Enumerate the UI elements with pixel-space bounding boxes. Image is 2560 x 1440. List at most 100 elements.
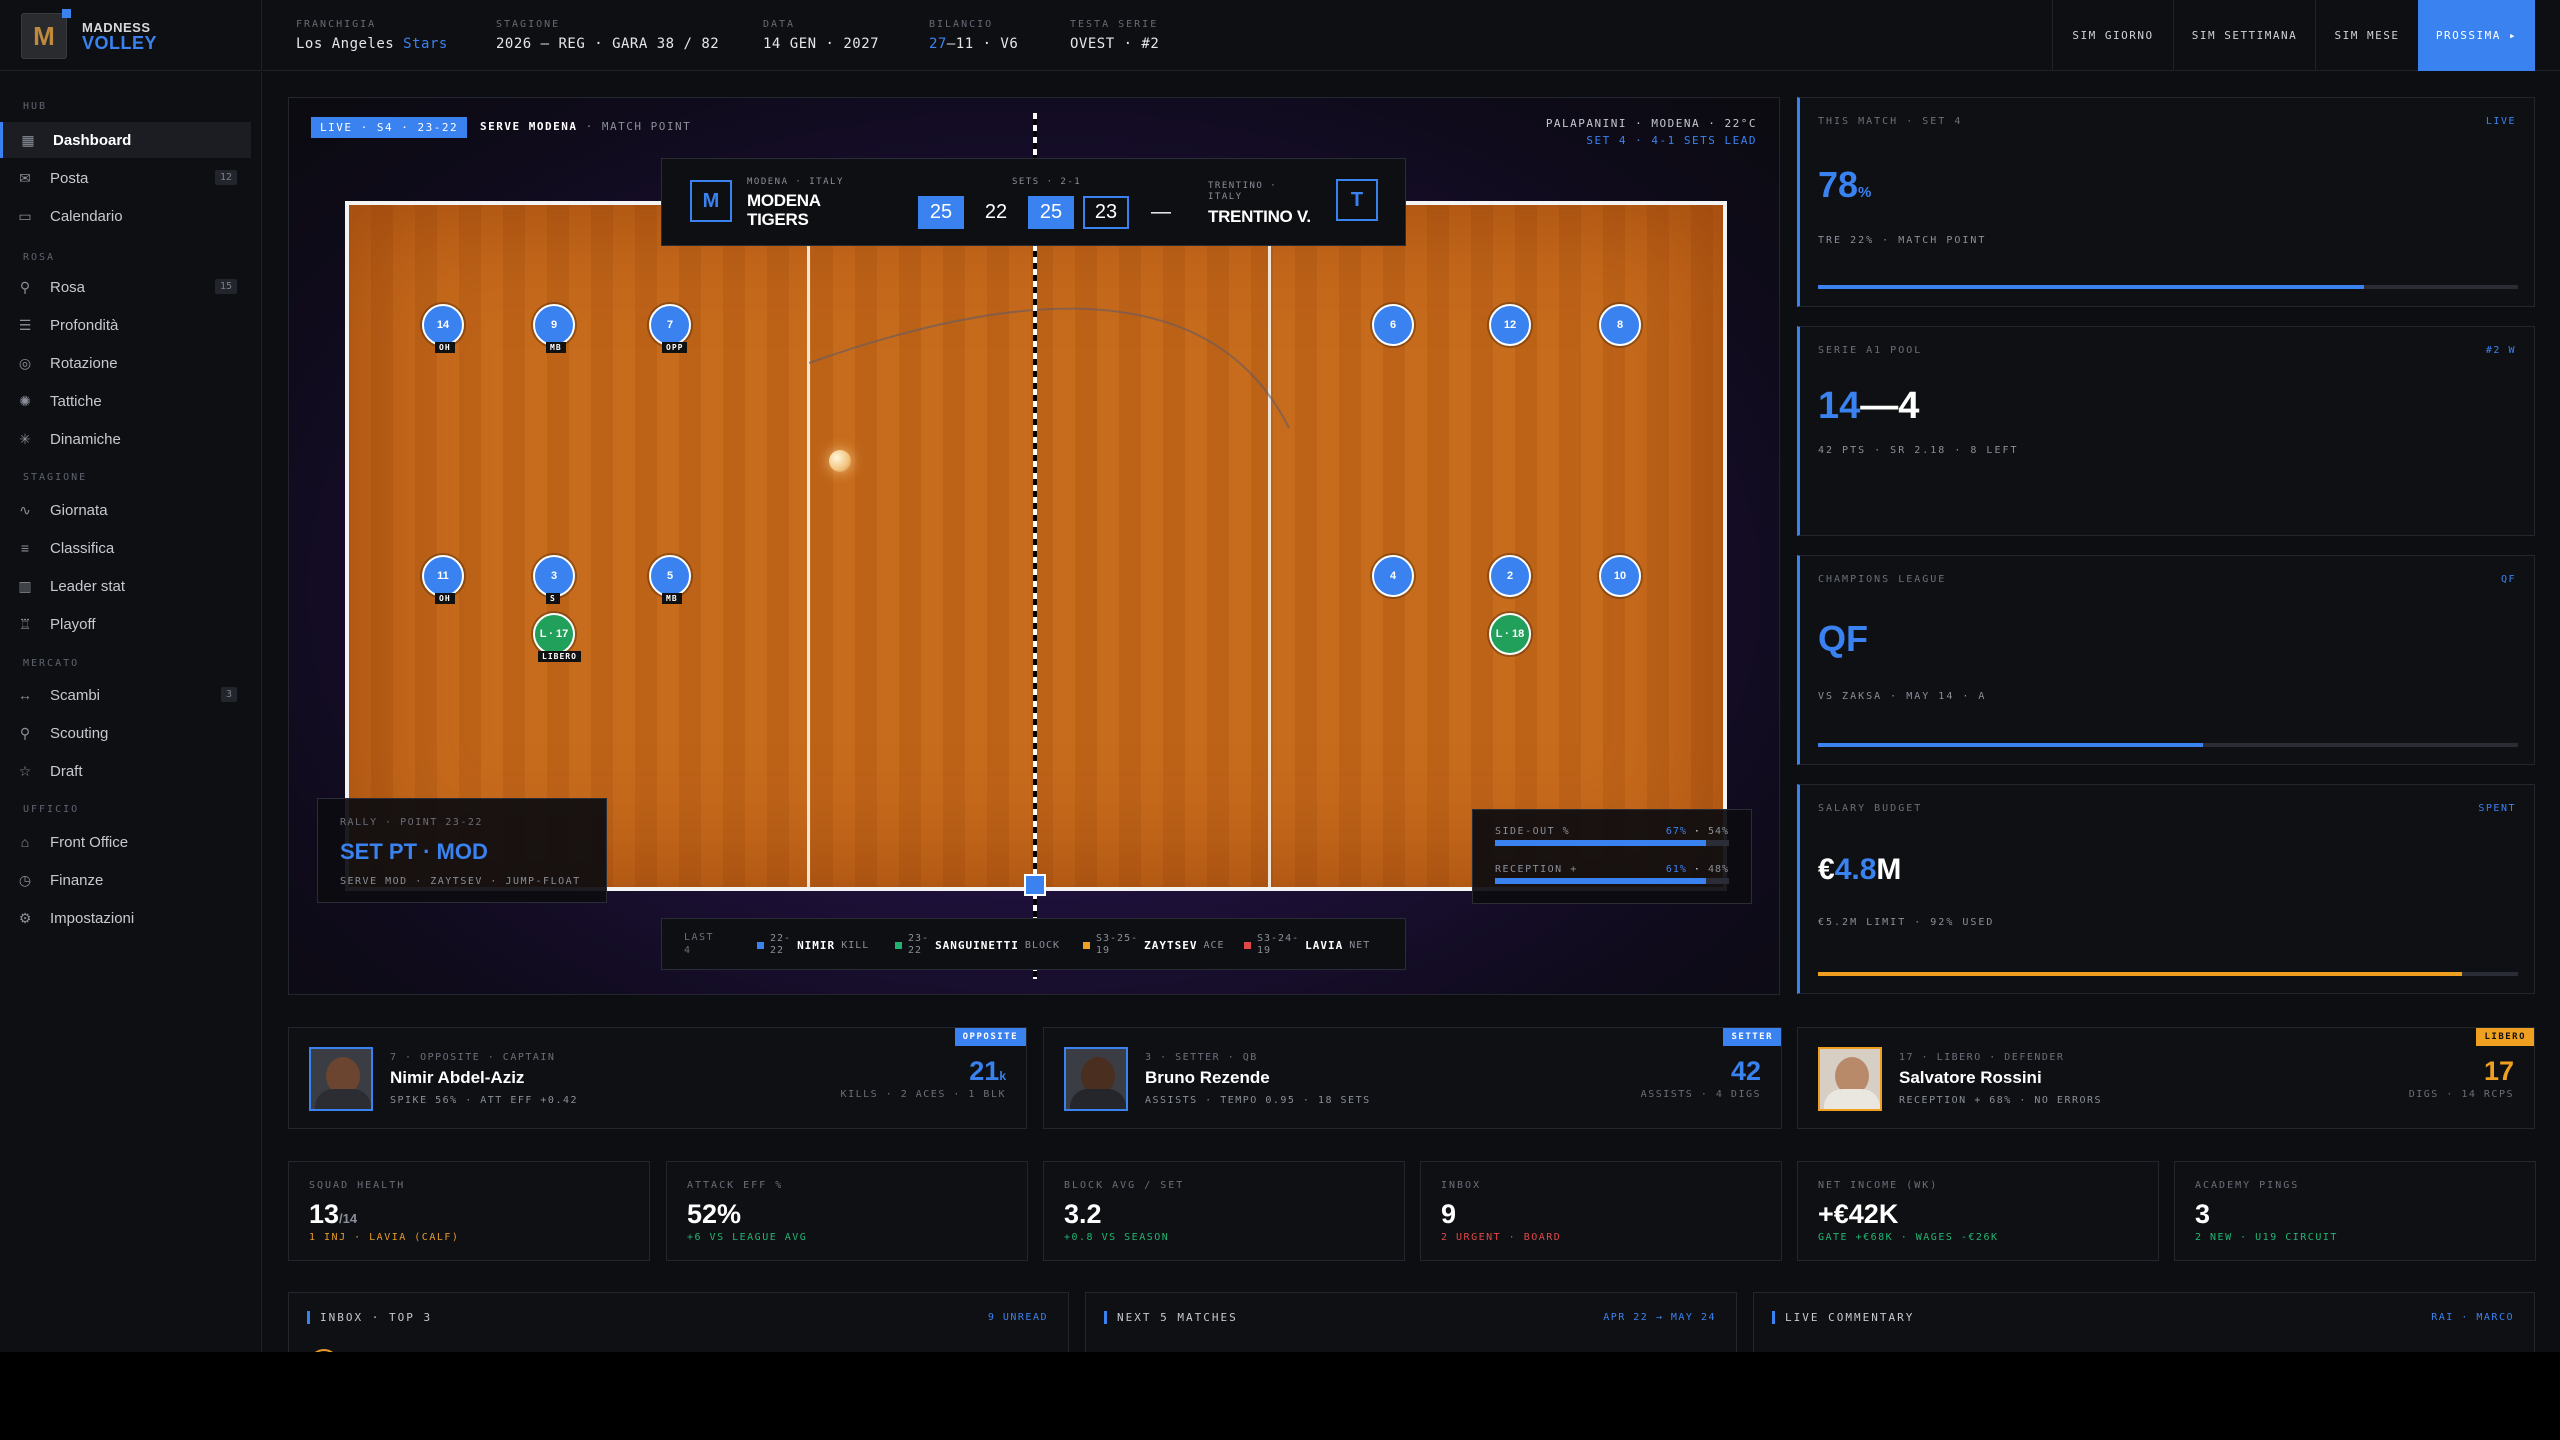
sidebar-item-calendario[interactable]: ▭ Calendario bbox=[0, 198, 251, 234]
role-badge: OPPOSITE bbox=[954, 1028, 1026, 1046]
season-value: 2026 — REG · GARA 38 / 82 bbox=[496, 36, 720, 52]
rally-info-box: RALLY · POINT 23-22 SET PT · MOD SERVE M… bbox=[317, 798, 607, 903]
empty-area bbox=[0, 1352, 2560, 1440]
point-type-dot bbox=[1083, 941, 1090, 949]
next-button[interactable]: PROSSIMA ▸ bbox=[2418, 0, 2535, 71]
card-serie-a1[interactable]: SERIE A1 POOL #2 W 14—4 42 PTS · SR 2.18… bbox=[1797, 326, 2535, 536]
franchise-team: Stars bbox=[403, 36, 448, 52]
kpi-card[interactable]: INBOX 9 2 URGENT · BOARD bbox=[1420, 1161, 1782, 1261]
star-icon: ☆ bbox=[18, 763, 32, 779]
scambi-count-badge: 3 bbox=[220, 687, 237, 702]
player-marker-home[interactable]: 14 bbox=[422, 304, 464, 346]
kpi-card[interactable]: ATTACK EFF % 52% +6 VS LEAGUE AVG bbox=[666, 1161, 1028, 1261]
clock-icon: ◷ bbox=[18, 872, 32, 888]
player-marker-away[interactable]: 2 bbox=[1489, 555, 1531, 597]
sim-month-button[interactable]: SIM MESE bbox=[2315, 0, 2418, 71]
player-marker-home[interactable]: 11 bbox=[422, 555, 464, 597]
sidebar-item-scouting[interactable]: ⚲ Scouting bbox=[0, 715, 251, 751]
sidebar-section-stagione: STAGIONE bbox=[23, 472, 88, 483]
calendar-icon: ▭ bbox=[18, 208, 32, 224]
salary-spent: €4.8M bbox=[1818, 853, 1902, 886]
venue-info: PALAPANINI · MODENA · 22°C SET 4 · 4-1 S… bbox=[1545, 117, 1757, 147]
last-point-item: 22- 22 NIMIR KILL bbox=[757, 919, 869, 971]
player-marker-home[interactable]: 9 bbox=[533, 304, 575, 346]
set-score-4: 23 bbox=[1083, 196, 1129, 229]
card-this-match[interactable]: THIS MATCH · SET 4 LIVE 78% TRE 22% · MA… bbox=[1797, 97, 2535, 307]
posta-count-badge: 12 bbox=[214, 170, 237, 185]
player-marker-away[interactable]: 12 bbox=[1489, 304, 1531, 346]
sidebar-item-posta[interactable]: ✉ Posta 12 bbox=[0, 160, 251, 196]
player-card-salvatore[interactable]: 17 · LIBERO · DEFENDER Salvatore Rossini… bbox=[1797, 1027, 2535, 1129]
kpi-card[interactable]: ACADEMY PINGS 3 2 NEW · U19 CIRCUIT bbox=[2174, 1161, 2536, 1261]
sidebar-item-profondita[interactable]: ☰ Profondità bbox=[0, 307, 251, 343]
brand-line2: VOLLEY bbox=[82, 33, 158, 53]
sidebar-item-playoff[interactable]: ♖ Playoff bbox=[0, 606, 251, 642]
logo-badge-icon: M bbox=[21, 9, 71, 59]
home-team-name: MODENA TIGERS bbox=[747, 191, 821, 229]
sidebar-item-rosa[interactable]: ⚲ Rosa 15 bbox=[0, 269, 251, 305]
sim-day-button[interactable]: SIM GIORNO bbox=[2052, 0, 2173, 71]
sidebar-item-draft[interactable]: ☆ Draft bbox=[0, 753, 251, 789]
sidebar-item-rotazione[interactable]: ◎ Rotazione bbox=[0, 345, 251, 381]
record-wins: 27 bbox=[929, 36, 947, 52]
rally-title: SET PT · MOD bbox=[340, 839, 488, 864]
sidebar-item-leader-stat[interactable]: ▥ Leader stat bbox=[0, 568, 251, 604]
spinner-icon: ✺ bbox=[19, 393, 31, 409]
sets-label: SETS · 2-1 bbox=[1012, 177, 1082, 187]
live-status-badge: LIVE · S4 · 23-22 bbox=[311, 117, 468, 138]
last-points-bar: LAST 4 22- 22 NIMIR KILL 23- 22 SANGUINETTI BLOC… bbox=[661, 918, 1406, 970]
person-icon: ⚲ bbox=[19, 279, 31, 295]
scoreboard: M MODENA · ITALY MODENA TIGERS SETS · 2-1… bbox=[661, 158, 1406, 246]
away-team-badge: T bbox=[1336, 179, 1378, 221]
inbox-panel[interactable]: INBOX · TOP 3 9 UNREAD bbox=[288, 1292, 1069, 1352]
set-score-5: — bbox=[1151, 201, 1171, 223]
search-icon: ⚲ bbox=[19, 725, 31, 741]
away-team-sub: TRENTINO · ITALY bbox=[1208, 181, 1278, 202]
player-marker-away[interactable]: L · 18 bbox=[1489, 613, 1531, 655]
card-champions-league[interactable]: CHAMPIONS LEAGUE QF QF VS ZAKSA · MAY 14… bbox=[1797, 555, 2535, 765]
sidebar-section-mercato: MERCATO bbox=[23, 658, 80, 669]
series-lead-value: OVEST · #2 bbox=[1070, 36, 1160, 52]
kpi-card[interactable]: BLOCK AVG / SET 3.2 +0.8 VS SEASON bbox=[1043, 1161, 1405, 1261]
gear-icon: ⚙ bbox=[18, 910, 32, 926]
card-salary-budget[interactable]: SALARY BUDGET SPENT €4.8M €5.2M LIMIT · … bbox=[1797, 784, 2535, 994]
player-marker-home[interactable]: L · 17 bbox=[533, 613, 575, 655]
player-marker-home[interactable]: 3 bbox=[533, 555, 575, 597]
player-marker-home[interactable]: 5 bbox=[649, 555, 691, 597]
sidebar-item-scambi[interactable]: ↔ Scambi 3 bbox=[0, 677, 251, 713]
series-lead-field: TESTA SERIE OVEST · #2 bbox=[1070, 19, 1160, 52]
sidebar-item-impostazioni[interactable]: ⚙ Impostazioni bbox=[0, 900, 251, 936]
sidebar-item-tattiche[interactable]: ✺ Tattiche bbox=[0, 383, 251, 419]
player-marker-home[interactable]: 7 bbox=[649, 304, 691, 346]
bars-icon: ▥ bbox=[18, 578, 32, 594]
live-commentary-panel[interactable]: LIVE COMMENTARY RAI · MARCO bbox=[1753, 1292, 2535, 1352]
player-card-bruno[interactable]: 3 · SETTER · QB Bruno Rezende ASSISTS · … bbox=[1043, 1027, 1782, 1129]
sidebar-item-finanze[interactable]: ◷ Finanze bbox=[0, 862, 251, 898]
player-marker-away[interactable]: 10 bbox=[1599, 555, 1641, 597]
sidebar-item-classifica[interactable]: ≡ Classifica bbox=[0, 530, 251, 566]
sidebar-item-dinamiche[interactable]: ✳ Dinamiche bbox=[0, 421, 251, 457]
sparkle-icon: ✳ bbox=[19, 431, 31, 447]
player-marker-away[interactable]: 6 bbox=[1372, 304, 1414, 346]
player-marker-away[interactable]: 8 bbox=[1599, 304, 1641, 346]
set-score-3: 25 bbox=[1028, 196, 1074, 229]
sidebar-item-dashboard[interactable]: ▦ Dashboard bbox=[0, 122, 251, 158]
target-icon: ◎ bbox=[18, 355, 32, 371]
kpi-card[interactable]: NET INCOME (WK) +€42K GATE +€68K · WAGES -… bbox=[1797, 1161, 2159, 1261]
player-position-tag: MB bbox=[662, 593, 682, 604]
player-marker-away[interactable]: 4 bbox=[1372, 555, 1414, 597]
salary-bar bbox=[1818, 972, 2462, 976]
win-probability: 78% bbox=[1818, 164, 1872, 205]
player-card-nimir[interactable]: 7 · OPPOSITE · CAPTAIN Nimir Abdel-Aziz … bbox=[288, 1027, 1027, 1129]
season-field: STAGIONE 2026 — REG · GARA 38 / 82 bbox=[496, 19, 720, 52]
match-stats-box: SIDE-OUT % 67% · 54% RECEPTION + 61% · 4… bbox=[1472, 809, 1752, 904]
stat-reception: RECEPTION + 61% · 48% bbox=[1495, 864, 1729, 884]
kpi-card[interactable]: SQUAD HEALTH 13/14 1 INJ · LAVIA (CALF) bbox=[288, 1161, 650, 1261]
sim-week-button[interactable]: SIM SETTIMANA bbox=[2173, 0, 2315, 71]
sidebar-item-giornata[interactable]: ∿ Giornata bbox=[0, 492, 251, 528]
net-handle[interactable] bbox=[1024, 874, 1046, 896]
next-matches-panel[interactable]: NEXT 5 MATCHES APR 22 → MAY 24 bbox=[1085, 1292, 1737, 1352]
brand-logo[interactable]: M MADNESS VOLLEY bbox=[0, 0, 262, 71]
sidebar-item-front-office[interactable]: ⌂ Front Office bbox=[0, 824, 251, 860]
player-position-tag: OH bbox=[435, 342, 455, 353]
